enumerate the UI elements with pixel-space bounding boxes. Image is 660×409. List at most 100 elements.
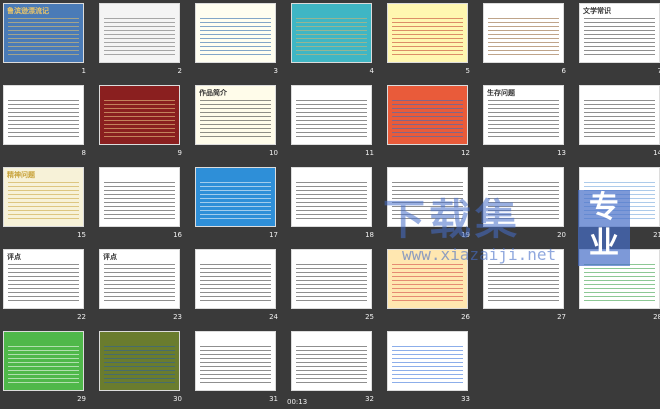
slide-number: 21 [653,231,660,239]
slide-thumbnail[interactable] [387,85,468,145]
slide-text-placeholder [392,100,463,140]
slide-thumbnail[interactable] [3,85,84,145]
slide-thumbnail[interactable] [291,249,372,309]
slide-number: 1 [81,67,86,75]
slide-text-placeholder [104,264,175,304]
slide-number: 7 [657,67,660,75]
slide-number: 5 [465,67,470,75]
slide-thumbnail[interactable]: 作品简介 [195,85,276,145]
slide-text-placeholder [488,100,559,140]
slide-thumbnail[interactable] [291,3,372,63]
slide-text-placeholder [8,264,79,304]
slide-text-placeholder [392,18,463,58]
slide-text-placeholder [104,18,175,58]
slide-text-placeholder [584,264,655,304]
slide-text-placeholder [8,182,79,222]
slide-thumbnail[interactable] [195,331,276,391]
slide-number: 32 [365,395,374,403]
slide-number: 11 [365,149,374,157]
slide-text-placeholder [200,18,271,58]
slide-text-placeholder [488,18,559,58]
slide-text-placeholder [8,100,79,140]
slide-text-placeholder [104,182,175,222]
slide-text-placeholder [584,18,655,58]
slide-number: 4 [369,67,374,75]
slide-thumbnail[interactable] [195,249,276,309]
slide-number: 25 [365,313,374,321]
slide-number: 16 [173,231,182,239]
slide-number: 9 [177,149,182,157]
slide-thumbnail[interactable] [195,3,276,63]
slide-number: 23 [173,313,182,321]
slide-text-placeholder [296,182,367,222]
slide-number: 6 [561,67,566,75]
slide-number: 29 [77,395,86,403]
slide-thumbnail[interactable]: 生存问题 [483,85,564,145]
slide-text-placeholder [488,264,559,304]
slide-text-placeholder [104,346,175,386]
slide-number: 27 [557,313,566,321]
slide-title: 文学常识 [583,7,611,15]
slide-number: 8 [81,149,86,157]
slide-number: 17 [269,231,278,239]
slide-text-placeholder [8,18,79,58]
slide-thumbnail[interactable] [3,331,84,391]
watermark-badge: 专业 [578,190,630,266]
slide-thumbnail[interactable] [483,3,564,63]
slide-number: 31 [269,395,278,403]
slide-thumbnail[interactable]: 文学常识 [579,3,660,63]
slide-text-placeholder [296,346,367,386]
slide-thumbnail[interactable] [579,85,660,145]
slide-title: 生存问题 [487,89,515,97]
slide-thumbnail[interactable] [387,3,468,63]
slide-number: 30 [173,395,182,403]
slide-thumbnail[interactable] [99,3,180,63]
slide-text-placeholder [200,182,271,222]
slide-text-placeholder [296,18,367,58]
slide-number: 20 [557,231,566,239]
slide-number: 18 [365,231,374,239]
slide-text-placeholder [200,264,271,304]
slide-thumbnail[interactable] [99,331,180,391]
slide-number: 26 [461,313,470,321]
slide-number: 33 [461,395,470,403]
slide-text-placeholder [296,264,367,304]
slide-sorter-grid: 鲁滨逊漂流记 1 2 3 4 5 6 文学常识 7 8 9 作品简介 10 11 12 生存问题 13 14 精神问… [3,3,660,406]
slide-thumbnail[interactable]: 鲁滨逊漂流记 [3,3,84,63]
slide-title: 评点 [103,253,117,261]
slide-number: 3 [273,67,278,75]
slide-number: 24 [269,313,278,321]
slide-thumbnail[interactable] [99,167,180,227]
slide-thumbnail[interactable]: 精神问题 [3,167,84,227]
slide-text-placeholder [584,100,655,140]
slide-title: 鲁滨逊漂流记 [7,7,49,15]
slide-thumbnail[interactable] [99,85,180,145]
watermark-text: 下载集 [383,195,522,244]
slide-thumbnail[interactable]: 评点 [99,249,180,309]
slide-text-placeholder [104,100,175,140]
slide-number: 13 [557,149,566,157]
slide-number: 2 [177,67,182,75]
slide-thumbnail[interactable] [291,85,372,145]
slide-thumbnail[interactable] [195,167,276,227]
slide-text-placeholder [392,264,463,304]
slide-number: 12 [461,149,470,157]
slide-text-placeholder [200,100,271,140]
watermark-url: www.xiazaiji.net [402,245,557,264]
slide-timing: 00:13 [287,398,308,406]
slide-text-placeholder [8,346,79,386]
slide-thumbnail[interactable]: 评点 [3,249,84,309]
slide-text-placeholder [296,100,367,140]
slide-number: 28 [653,313,660,321]
slide-text-placeholder [200,346,271,386]
slide-title: 精神问题 [7,171,35,179]
slide-title: 作品简介 [199,89,227,97]
slide-number: 10 [269,149,278,157]
slide-thumbnail[interactable] [291,167,372,227]
slide-text-placeholder [392,346,463,386]
slide-title: 评点 [7,253,21,261]
slide-thumbnail[interactable] [387,331,468,391]
slide-thumbnail[interactable] [291,331,372,391]
slide-number: 15 [77,231,86,239]
slide-number: 22 [77,313,86,321]
